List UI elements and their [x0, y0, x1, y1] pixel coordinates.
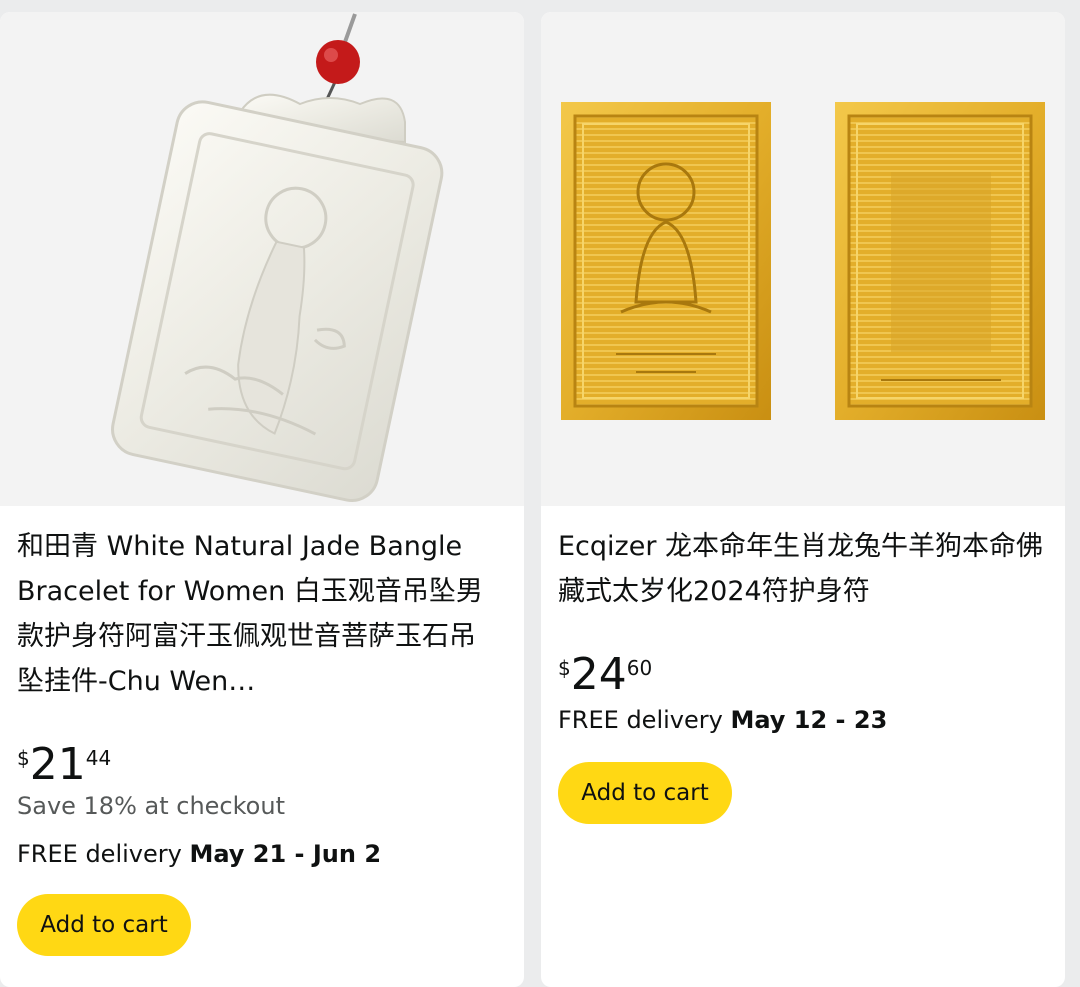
price-whole: 21	[29, 739, 86, 790]
delivery-info: FREE delivery May 21 - Jun 2	[17, 840, 381, 868]
product-image-gold-amulet[interactable]	[541, 12, 1065, 506]
delivery-prefix: FREE delivery	[17, 840, 190, 868]
product-card[interactable]: Ecqizer 龙本命年生肖龙兔牛羊狗本命佛藏式太岁化2024符护身符 $246…	[541, 12, 1065, 987]
gold-amulet-cards-graphic	[561, 102, 1045, 420]
product-price: $2460	[558, 650, 652, 700]
add-to-cart-button[interactable]: Add to cart	[17, 894, 191, 956]
product-price: $2144	[17, 740, 111, 790]
delivery-prefix: FREE delivery	[558, 706, 731, 734]
jade-pendant-graphic	[111, 13, 444, 502]
savings-text: Save 18% at checkout	[17, 792, 285, 820]
delivery-dates: May 21 - Jun 2	[189, 840, 382, 868]
price-fraction: 44	[85, 746, 112, 770]
price-fraction: 60	[626, 656, 653, 680]
delivery-dates: May 12 - 23	[730, 706, 888, 734]
product-title[interactable]: 和田青 White Natural Jade Bangle Bracelet f…	[17, 524, 502, 704]
add-to-cart-button[interactable]: Add to cart	[558, 762, 732, 824]
price-whole: 24	[570, 649, 627, 700]
price-currency-symbol: $	[17, 746, 30, 770]
product-card[interactable]: 和田青 White Natural Jade Bangle Bracelet f…	[0, 12, 524, 987]
delivery-info: FREE delivery May 12 - 23	[558, 706, 887, 734]
product-image-jade-pendant[interactable]	[0, 12, 524, 506]
price-currency-symbol: $	[558, 656, 571, 680]
product-title[interactable]: Ecqizer 龙本命年生肖龙兔牛羊狗本命佛藏式太岁化2024符护身符	[558, 524, 1043, 614]
